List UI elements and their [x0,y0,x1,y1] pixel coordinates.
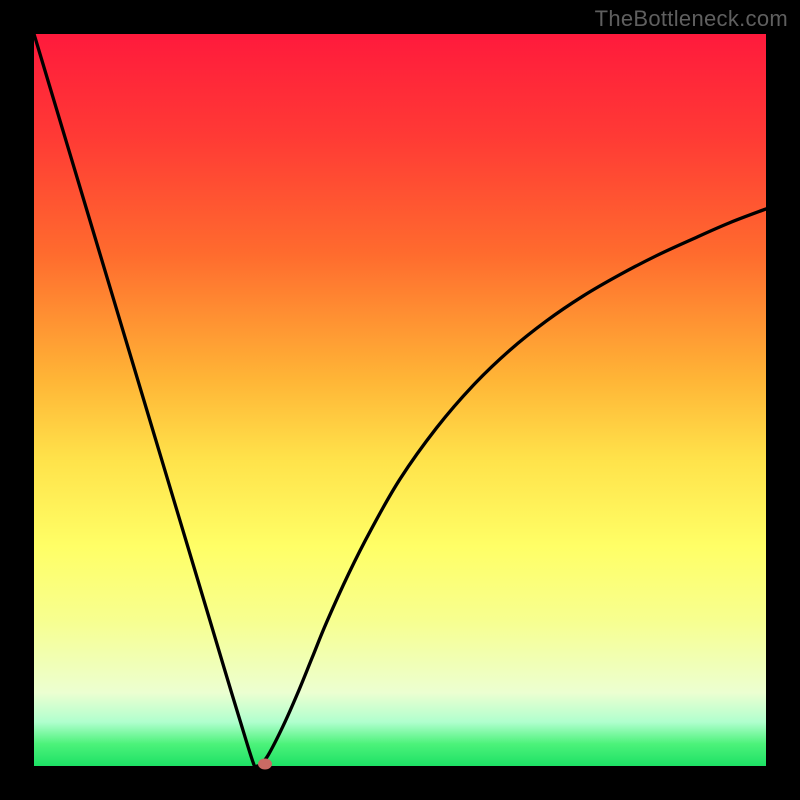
watermark-text: TheBottleneck.com [595,6,788,32]
plot-area [34,34,766,766]
minimum-marker [258,758,272,769]
bottleneck-curve [34,34,766,766]
chart-frame: TheBottleneck.com [0,0,800,800]
